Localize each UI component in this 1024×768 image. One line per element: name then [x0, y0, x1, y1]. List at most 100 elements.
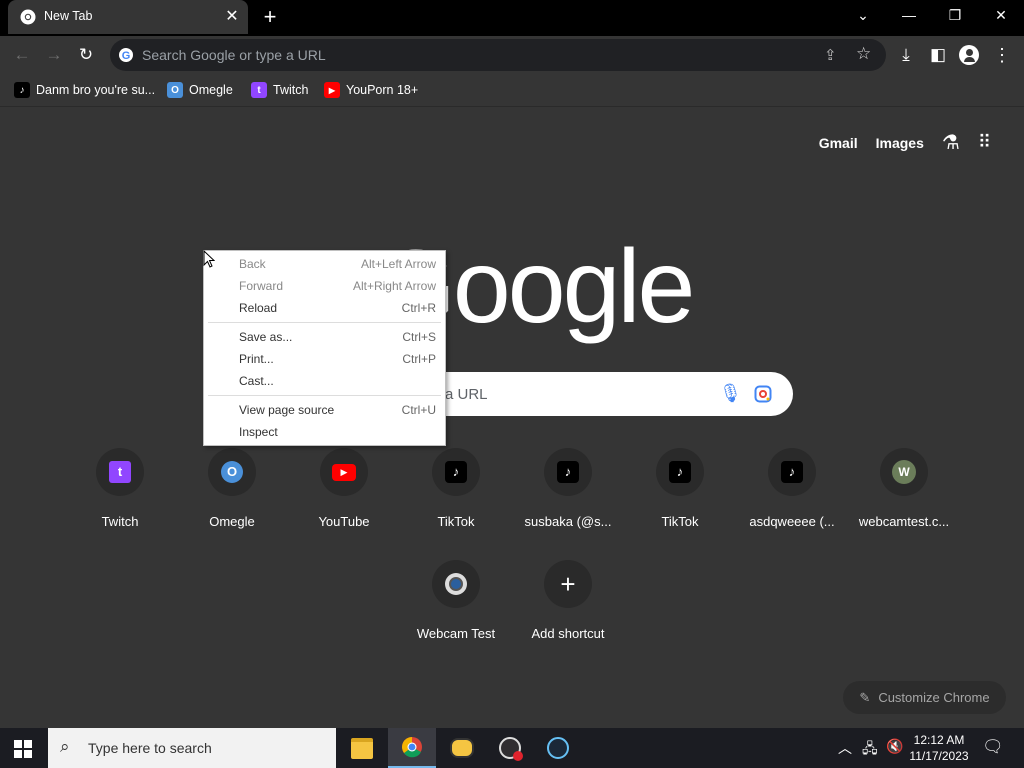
menu-item-shortcut: Ctrl+P — [402, 352, 436, 366]
bookmark-label: Danm bro you're su... — [36, 83, 156, 97]
forward-button[interactable]: → — [40, 41, 68, 69]
menu-item-shortcut: Alt+Left Arrow — [360, 257, 436, 271]
shortcut-tile[interactable]: ♪ TikTok — [400, 448, 512, 548]
pencil-icon: ✎ — [859, 689, 871, 705]
menu-separator — [208, 322, 441, 323]
shortcut-label: TikTok — [661, 514, 699, 529]
share-icon[interactable]: ⇪ — [824, 46, 837, 64]
google-lens-icon[interactable] — [754, 385, 772, 403]
tab-title: New Tab — [44, 9, 93, 23]
google-g-icon: G — [119, 48, 133, 62]
search-placeholder: a URL — [445, 386, 488, 403]
twitch-icon: t — [96, 448, 144, 496]
notification-icon[interactable]: 🗨 — [982, 737, 1004, 757]
menu-item-shortcut: Ctrl+U — [401, 403, 436, 417]
shortcut-tile[interactable]: Webcam Test — [400, 560, 512, 660]
system-clock[interactable]: 12:12 AM 11/17/2023 — [900, 732, 978, 764]
bookmarks-bar: ♪ Danm bro you're su... O Omegle t Twitc… — [0, 74, 1024, 107]
omnibox[interactable]: G Search Google or type a URL ⇪ ☆ — [110, 39, 886, 71]
shortcut-label: Add shortcut — [531, 626, 605, 641]
obs-icon[interactable] — [486, 728, 534, 768]
shortcut-tile[interactable]: O Omegle — [176, 448, 288, 548]
menu-item-label: Print... — [239, 352, 274, 366]
add-shortcut-tile[interactable]: + Add shortcut — [512, 560, 624, 660]
bookmark-star-icon[interactable]: ☆ — [856, 44, 871, 64]
menu-kebab-icon[interactable]: ⋮ — [988, 41, 1016, 69]
bookmark-label: Twitch — [273, 83, 309, 97]
tab-new-tab[interactable]: New Tab ✕ — [8, 0, 248, 34]
reload-button[interactable]: ↻ — [72, 41, 100, 69]
omegle-icon: O — [167, 82, 183, 98]
bee-app-icon[interactable] — [438, 728, 486, 768]
windows-start-icon[interactable] — [14, 740, 32, 763]
mouse-cursor-icon — [203, 250, 215, 268]
side-panel-icon[interactable]: ◧ — [924, 41, 952, 69]
search-icon: ⌕ — [60, 737, 70, 756]
shortcut-tile[interactable]: W webcamtest.c... — [848, 448, 960, 548]
steam-icon[interactable] — [534, 728, 582, 768]
shortcut-label: susbaka (@s... — [524, 514, 612, 529]
menu-item-save-as[interactable]: Save as... Ctrl+S — [204, 326, 445, 348]
menu-item-label: Back — [239, 257, 266, 271]
shortcut-label: webcamtest.c... — [858, 514, 950, 529]
menu-item-forward[interactable]: Forward Alt+Right Arrow — [204, 275, 445, 297]
bookmark-label: Omegle — [189, 83, 233, 97]
new-tab-button[interactable]: + — [258, 5, 282, 29]
bookmark-item[interactable]: t Twitch — [251, 80, 308, 100]
title-bar: New Tab ✕ + ⌄ — ❐ ✕ — [0, 0, 1024, 36]
download-icon[interactable]: ⤓ — [892, 41, 920, 69]
minimize-button[interactable]: — — [886, 0, 932, 30]
shortcut-label: Twitch — [101, 514, 139, 529]
clock-time: 12:12 AM — [913, 733, 965, 747]
menu-item-label: Reload — [239, 301, 278, 315]
bookmark-item[interactable]: ♪ Danm bro you're su... — [14, 80, 155, 100]
taskbar-search-box[interactable]: ⌕ Type here to search — [48, 728, 336, 768]
customize-chrome-button[interactable]: ✎ Customize Chrome — [843, 681, 1006, 714]
top-links: Gmail Images ⚗ ⠿ — [819, 130, 991, 155]
shortcut-tile[interactable]: ♪ susbaka (@s... — [512, 448, 624, 548]
youtube-icon: ▶ — [320, 448, 368, 496]
bookmark-item[interactable]: ▶ YouPorn 18+ — [324, 80, 418, 100]
network-icon[interactable]: 🖧 — [862, 738, 878, 762]
shortcut-tile[interactable]: ♪ asdqweeee (... — [736, 448, 848, 548]
menu-item-label: Cast... — [239, 374, 274, 388]
toolbar: ← → ↻ G Search Google or type a URL ⇪ ☆ … — [0, 36, 1024, 74]
letter-w-icon: W — [880, 448, 928, 496]
shortcut-tile[interactable]: ▶ YouTube — [288, 448, 400, 548]
menu-item-cast[interactable]: Cast... — [204, 370, 445, 392]
menu-separator — [208, 395, 441, 396]
tiktok-icon: ♪ — [14, 82, 30, 98]
menu-item-label: Forward — [239, 279, 284, 293]
shortcut-label: Webcam Test — [416, 626, 496, 641]
menu-item-shortcut: Alt+Right Arrow — [352, 279, 436, 293]
bookmark-label: YouPorn 18+ — [346, 83, 419, 97]
tiktok-icon: ♪ — [656, 448, 704, 496]
menu-item-print[interactable]: Print... Ctrl+P — [204, 348, 445, 370]
file-explorer-icon[interactable] — [338, 728, 386, 768]
chevron-up-icon[interactable]: ︿ — [838, 738, 852, 758]
menu-item-back[interactable]: Back Alt+Left Arrow — [204, 253, 445, 275]
shortcut-tile[interactable]: t Twitch — [64, 448, 176, 548]
twitch-icon: t — [251, 82, 267, 98]
menu-item-inspect[interactable]: Inspect — [204, 421, 445, 443]
chrome-taskbar-icon[interactable] — [388, 728, 436, 768]
youtube-icon: ▶ — [324, 82, 340, 98]
menu-item-view-source[interactable]: View page source Ctrl+U — [204, 399, 445, 421]
labs-flask-icon[interactable]: ⚗ — [942, 130, 960, 155]
bookmark-item[interactable]: O Omegle — [167, 80, 233, 100]
close-window-button[interactable]: ✕ — [978, 0, 1024, 30]
webcam-icon — [432, 560, 480, 608]
back-button[interactable]: ← — [8, 41, 36, 69]
apps-grid-icon[interactable]: ⠿ — [978, 132, 991, 153]
profile-avatar-icon[interactable] — [959, 45, 979, 65]
tab-search-icon[interactable]: ⌄ — [840, 0, 886, 30]
menu-item-reload[interactable]: Reload Ctrl+R — [204, 297, 445, 319]
shortcut-tile[interactable]: ♪ TikTok — [624, 448, 736, 548]
images-link[interactable]: Images — [876, 135, 924, 151]
gmail-link[interactable]: Gmail — [819, 135, 858, 151]
menu-item-label: View page source — [239, 403, 335, 417]
restore-button[interactable]: ❐ — [932, 0, 978, 30]
microphone-icon[interactable]: 🎙 — [719, 383, 742, 404]
close-tab-icon[interactable]: ✕ — [222, 7, 242, 27]
taskbar: ⌕ Type here to search ︿ 🖧 🔇 12:12 AM 11/… — [0, 728, 1024, 768]
